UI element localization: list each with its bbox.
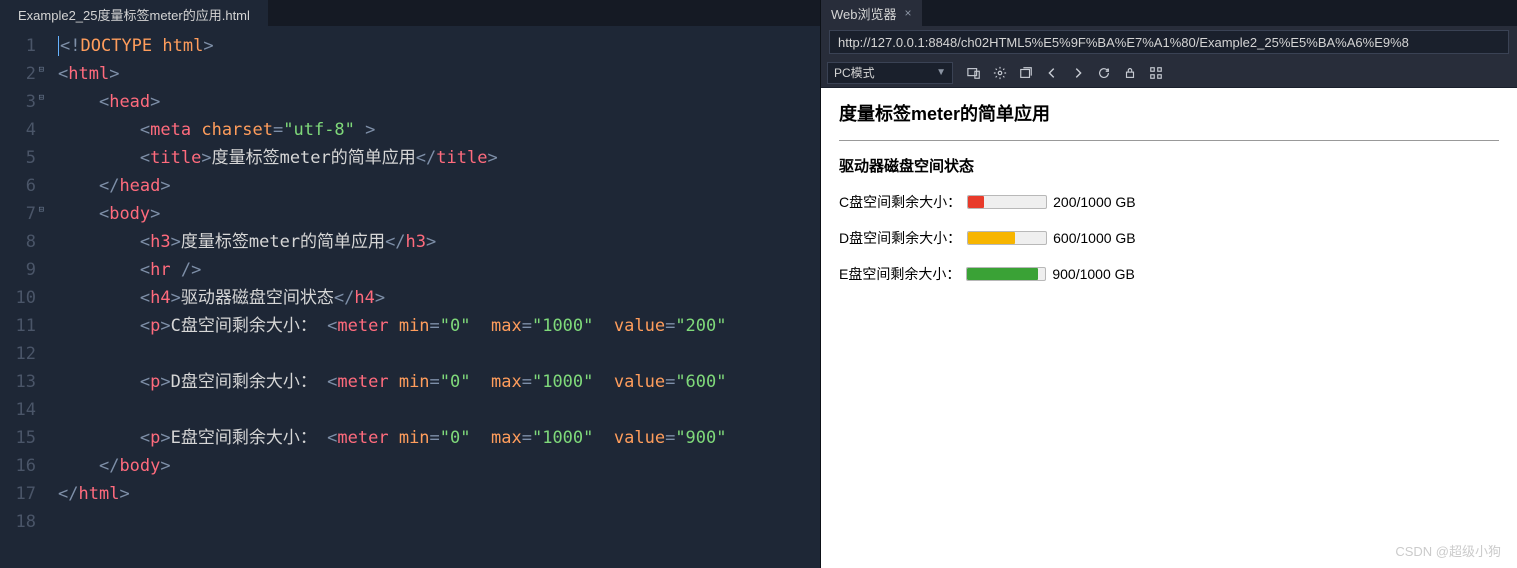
browser-toolbar: PC模式 ▼ bbox=[821, 58, 1517, 88]
line-number: 8 bbox=[0, 228, 36, 256]
line-number: 7⊟ bbox=[0, 200, 36, 228]
mode-label: PC模式 bbox=[834, 64, 875, 81]
editor-tab-bar: Example2_25度量标签meter的应用.html bbox=[0, 0, 820, 26]
close-icon[interactable]: × bbox=[905, 6, 912, 20]
meter-value: 900/1000 GB bbox=[1052, 266, 1135, 282]
meter-value: 200/1000 GB bbox=[1053, 194, 1136, 210]
line-number: 1 bbox=[0, 32, 36, 60]
meter-row: C盘空间剩余大小： 200/1000 GB bbox=[839, 192, 1499, 212]
line-number: 2⊟ bbox=[0, 60, 36, 88]
meter-row: D盘空间剩余大小： 600/1000 GB bbox=[839, 228, 1499, 248]
line-number: 3⊟ bbox=[0, 88, 36, 116]
meter-d bbox=[967, 231, 1047, 245]
line-number: 11 bbox=[0, 312, 36, 340]
line-number: 17 bbox=[0, 480, 36, 508]
editor-panel: Example2_25度量标签meter的应用.html 1 2⊟ 3⊟ 4 5… bbox=[0, 0, 820, 568]
line-number: 10 bbox=[0, 284, 36, 312]
chevron-down-icon: ▼ bbox=[936, 67, 946, 78]
new-window-icon[interactable] bbox=[1013, 62, 1039, 84]
meter-label: D盘空间剩余大小： bbox=[839, 228, 961, 248]
meter-value: 600/1000 GB bbox=[1053, 230, 1136, 246]
line-number: 12 bbox=[0, 340, 36, 368]
editor-tab[interactable]: Example2_25度量标签meter的应用.html bbox=[0, 0, 268, 26]
meter-e bbox=[966, 267, 1046, 281]
line-number: 18 bbox=[0, 508, 36, 536]
line-number: 13 bbox=[0, 368, 36, 396]
gear-icon[interactable] bbox=[987, 62, 1013, 84]
url-input[interactable] bbox=[829, 30, 1509, 54]
browser-tab[interactable]: Web浏览器 × bbox=[821, 0, 922, 27]
back-icon[interactable] bbox=[1039, 62, 1065, 84]
line-number: 16 bbox=[0, 452, 36, 480]
meter-label: E盘空间剩余大小： bbox=[839, 264, 960, 284]
hr bbox=[839, 140, 1499, 141]
mode-select[interactable]: PC模式 ▼ bbox=[827, 62, 953, 84]
browser-tab-bar: Web浏览器 × bbox=[821, 0, 1517, 26]
forward-icon[interactable] bbox=[1065, 62, 1091, 84]
code-area[interactable]: 1 2⊟ 3⊟ 4 5 6 7⊟ 8 9 10 11 12 13 14 15 1… bbox=[0, 26, 820, 568]
line-number: 14 bbox=[0, 396, 36, 424]
line-number: 5 bbox=[0, 144, 36, 172]
line-number: 9 bbox=[0, 256, 36, 284]
browser-tab-label: Web浏览器 bbox=[831, 4, 897, 23]
section-heading: 驱动器磁盘空间状态 bbox=[839, 155, 1499, 176]
qr-icon[interactable] bbox=[1143, 62, 1169, 84]
meter-label: C盘空间剩余大小： bbox=[839, 192, 961, 212]
page-title: 度量标签meter的简单应用 bbox=[839, 100, 1499, 126]
line-gutter: 1 2⊟ 3⊟ 4 5 6 7⊟ 8 9 10 11 12 13 14 15 1… bbox=[0, 32, 44, 568]
line-number: 6 bbox=[0, 172, 36, 200]
meter-row: E盘空间剩余大小： 900/1000 GB bbox=[839, 264, 1499, 284]
lock-icon[interactable] bbox=[1117, 62, 1143, 84]
responsive-icon[interactable] bbox=[961, 62, 987, 84]
refresh-icon[interactable] bbox=[1091, 62, 1117, 84]
line-number: 15 bbox=[0, 424, 36, 452]
line-number: 4 bbox=[0, 116, 36, 144]
preview-area: 度量标签meter的简单应用 驱动器磁盘空间状态 C盘空间剩余大小： 200/1… bbox=[821, 88, 1517, 568]
code-lines[interactable]: <!DOCTYPE html> <html> <head> <meta char… bbox=[44, 32, 820, 568]
url-bar bbox=[821, 26, 1517, 58]
meter-c bbox=[967, 195, 1047, 209]
browser-panel: Web浏览器 × PC模式 ▼ 度量标签meter的简单应用 驱动器磁盘空间状态… bbox=[820, 0, 1517, 568]
